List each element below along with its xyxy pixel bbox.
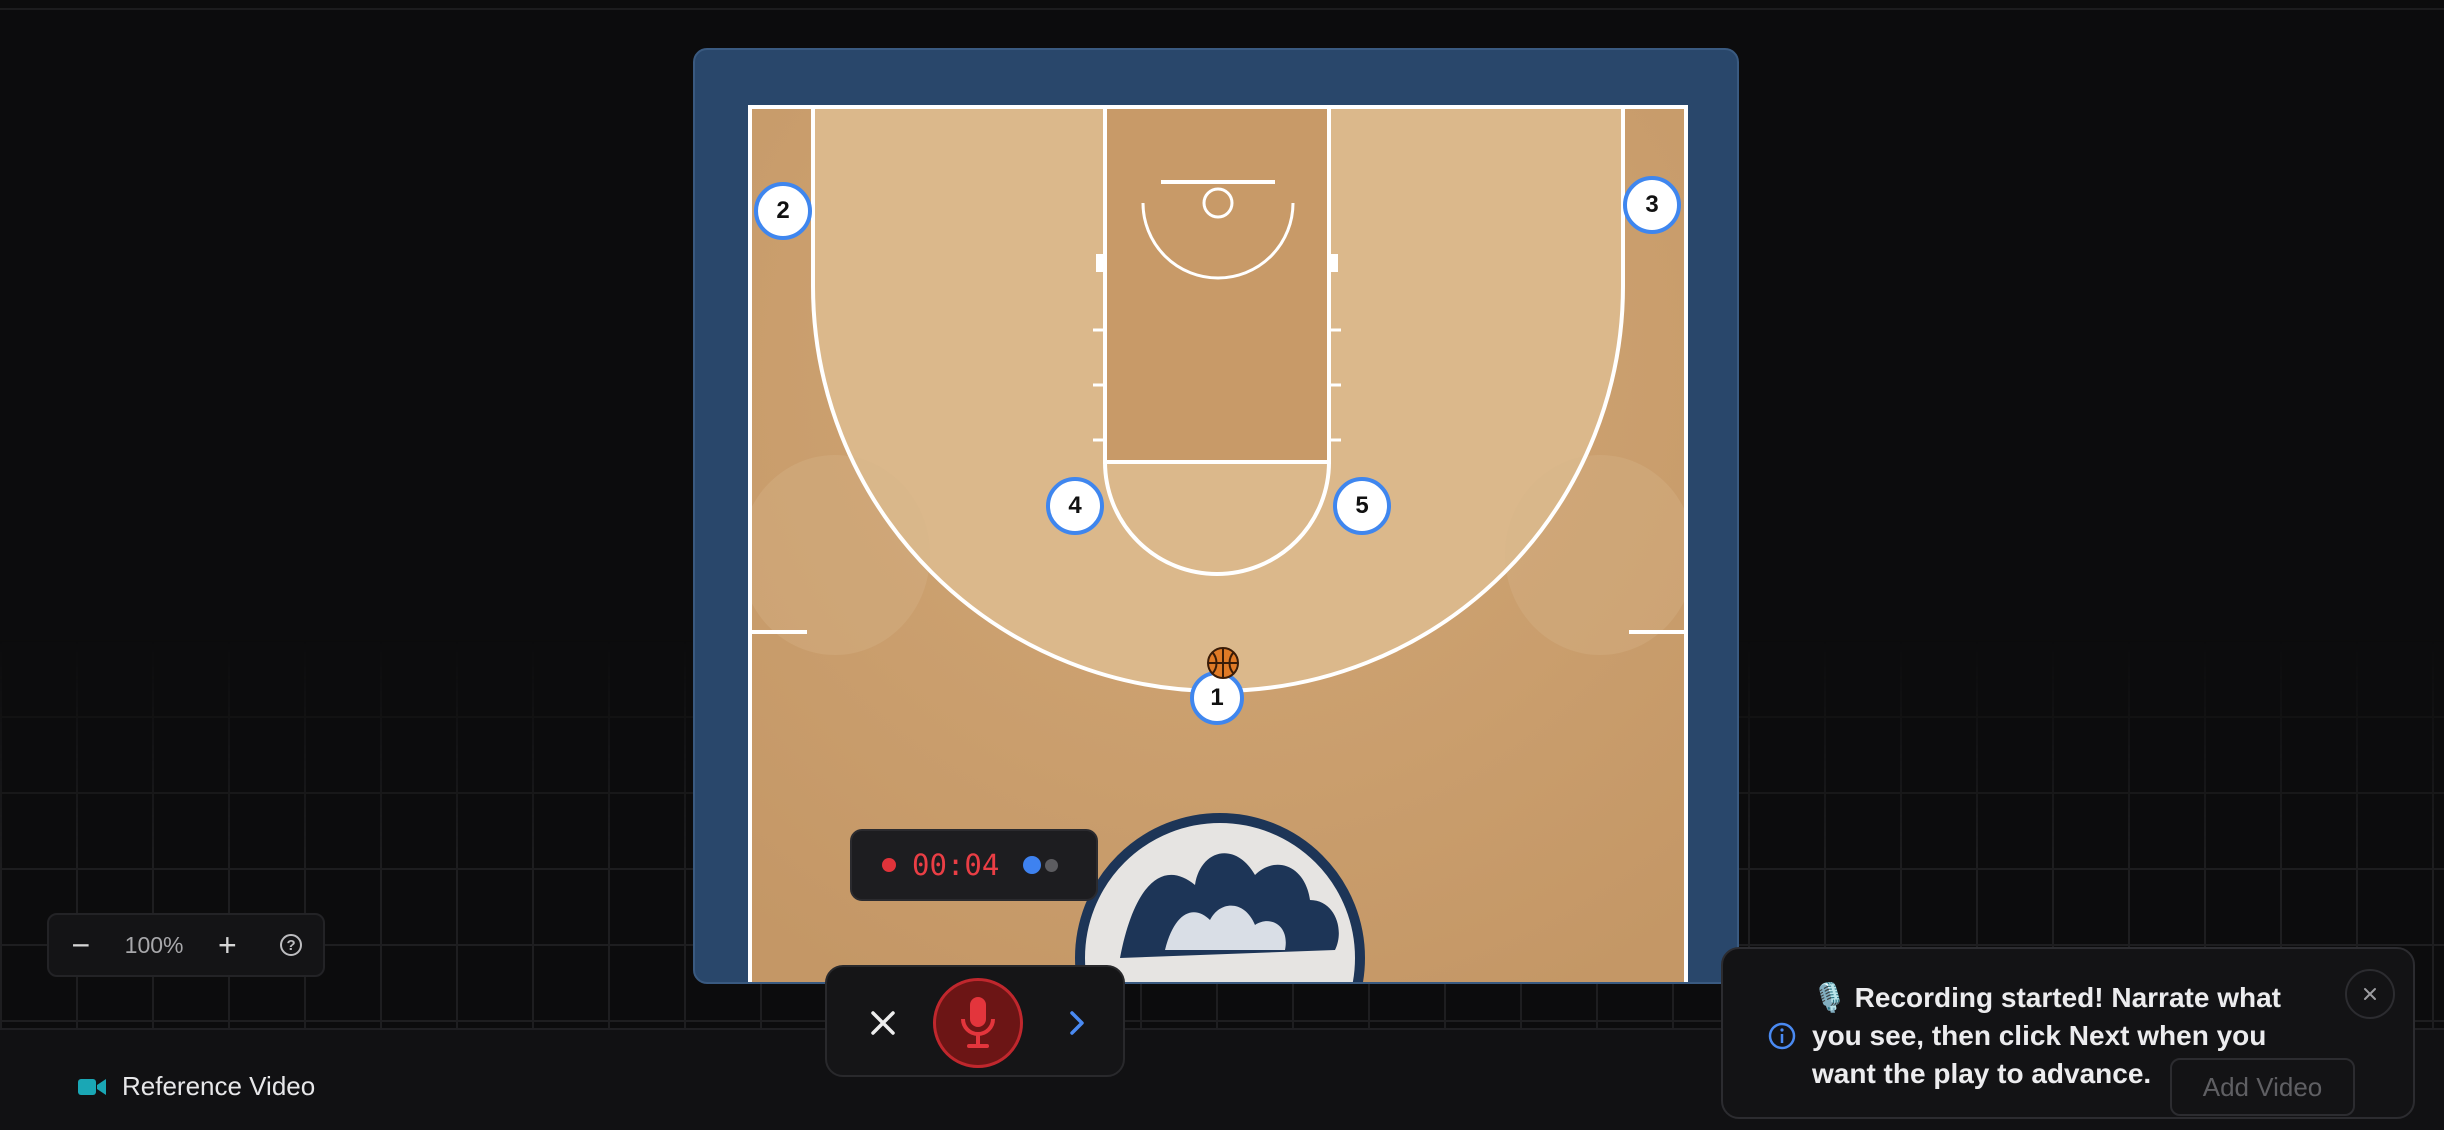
paint-area xyxy=(1105,107,1329,462)
basketball-icon[interactable] xyxy=(1206,646,1240,680)
player-token-3[interactable]: 3 xyxy=(1623,176,1681,234)
step-indicator-active xyxy=(1023,856,1042,874)
microphone-icon xyxy=(961,997,995,1048)
recording-controls xyxy=(825,965,1125,1077)
chevron-right-icon[interactable] xyxy=(1057,1003,1097,1043)
player-number: 3 xyxy=(1645,191,1659,218)
info-icon xyxy=(1768,1022,1796,1050)
recording-timer: 00:04 xyxy=(850,829,1098,901)
player-number: 1 xyxy=(1210,684,1224,711)
recording-dot-icon xyxy=(882,858,896,872)
zoom-controls: − 100% + ? xyxy=(47,913,325,977)
reference-video-label: Reference Video xyxy=(122,1071,316,1101)
player-token-4[interactable]: 4 xyxy=(1046,477,1104,535)
help-button[interactable]: ? xyxy=(271,925,311,965)
zoom-in-button[interactable]: + xyxy=(207,925,247,965)
player-token-5[interactable]: 5 xyxy=(1333,477,1391,535)
player-number: 5 xyxy=(1355,492,1369,519)
microphone-emoji: 🎙️ xyxy=(1812,982,1847,1013)
zoom-level: 100% xyxy=(124,931,184,958)
toast-close-button[interactable] xyxy=(2345,969,2395,1019)
record-microphone-button[interactable] xyxy=(933,978,1023,1068)
step-indicator-inactive xyxy=(1045,858,1059,872)
player-number: 2 xyxy=(776,197,790,224)
reference-video-toggle[interactable]: Reference Video xyxy=(78,1071,315,1102)
add-video-button[interactable]: Add Video xyxy=(2170,1058,2355,1116)
player-token-2[interactable]: 2 xyxy=(754,182,812,240)
help-icon: ? xyxy=(280,934,303,956)
video-camera-icon xyxy=(78,1078,106,1095)
timer-value: 00:04 xyxy=(912,848,1000,882)
close-icon[interactable] xyxy=(863,1003,903,1043)
player-number: 4 xyxy=(1068,492,1082,519)
top-divider xyxy=(0,8,2444,10)
zoom-out-button[interactable]: − xyxy=(61,925,101,965)
close-icon xyxy=(2364,988,2376,1000)
